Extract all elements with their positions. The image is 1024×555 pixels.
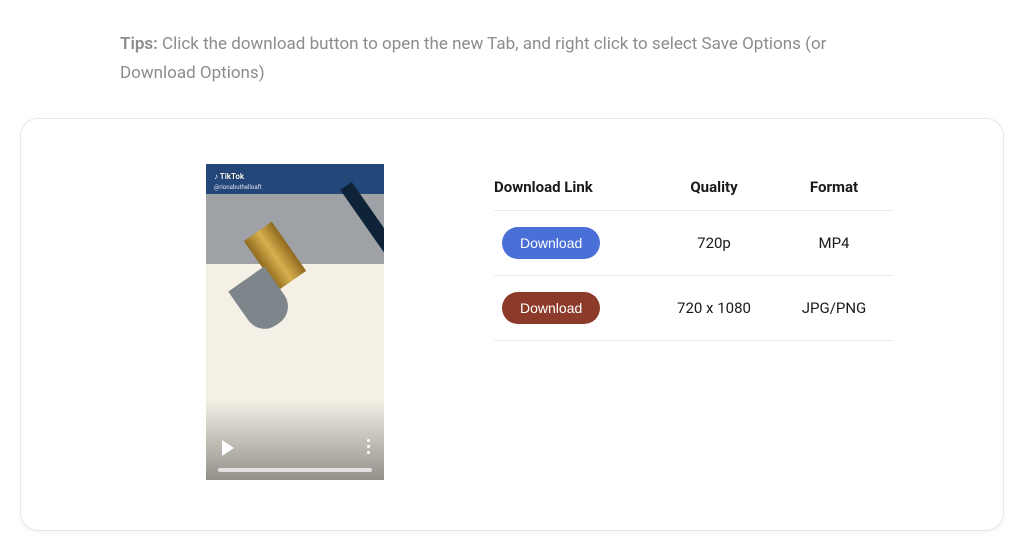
- format-cell: JPG/PNG: [774, 299, 894, 317]
- table-header: Download Link Quality Format: [494, 164, 894, 211]
- table-row: Download 720 x 1080 JPG/PNG: [494, 276, 894, 341]
- tips-text: Tips: Click the download button to open …: [0, 0, 1024, 108]
- quality-cell: 720 x 1080: [654, 299, 774, 317]
- progress-bar[interactable]: [218, 468, 372, 472]
- tips-label: Tips:: [120, 34, 158, 54]
- header-quality: Quality: [654, 178, 774, 196]
- more-icon[interactable]: [367, 439, 370, 454]
- table-row: Download 720p MP4: [494, 211, 894, 276]
- tiktok-watermark: ♪ TikTok: [214, 172, 244, 181]
- format-cell: MP4: [774, 234, 894, 252]
- download-table: Download Link Quality Format Download 72…: [494, 164, 894, 341]
- header-format: Format: [774, 178, 894, 196]
- download-button-image[interactable]: Download: [502, 292, 600, 324]
- tips-body: Click the download button to open the ne…: [120, 34, 826, 83]
- download-button-video[interactable]: Download: [502, 227, 600, 259]
- play-icon[interactable]: [222, 440, 234, 456]
- header-link: Download Link: [494, 178, 654, 196]
- result-card: ♪ TikTok @rionabuthelloaft Download Link…: [20, 118, 1004, 531]
- video-thumbnail[interactable]: ♪ TikTok @rionabuthelloaft: [206, 164, 384, 480]
- quality-cell: 720p: [654, 234, 774, 252]
- tiktok-username: @rionabuthelloaft: [214, 184, 262, 191]
